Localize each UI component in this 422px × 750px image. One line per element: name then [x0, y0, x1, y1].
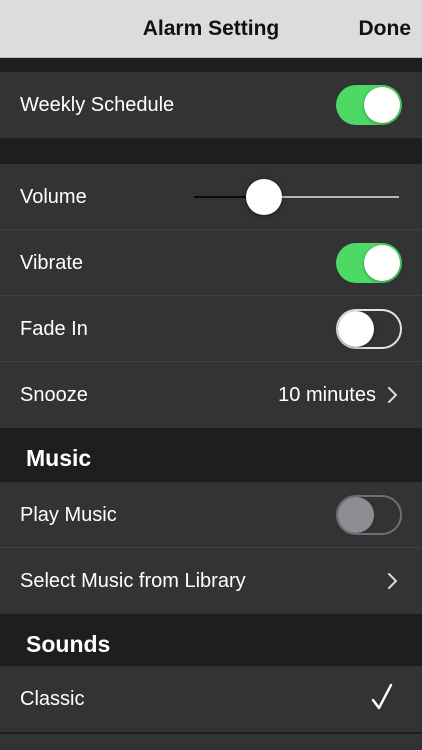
volume-label: Volume — [20, 186, 87, 208]
weekly-schedule-row: Weekly Schedule — [0, 72, 422, 138]
done-button[interactable]: Done — [359, 0, 412, 58]
music-section-title: Music — [26, 445, 92, 471]
navigation-bar: Alarm Setting Done — [0, 0, 422, 58]
slider-track-empty — [264, 196, 399, 198]
group-spacer — [0, 58, 422, 72]
play-music-row: Play Music — [0, 482, 422, 548]
weekly-schedule-label: Weekly Schedule — [20, 94, 175, 116]
fade-in-toggle[interactable] — [336, 309, 402, 349]
group-spacer — [0, 138, 422, 164]
toggle-knob — [364, 245, 400, 281]
sound-item-classic[interactable]: Classic — [0, 666, 422, 732]
snooze-value: 10 minutes — [278, 384, 376, 406]
select-music-row[interactable]: Select Music from Library — [0, 548, 422, 614]
toggle-knob — [338, 497, 374, 533]
weekly-schedule-toggle[interactable] — [336, 85, 402, 125]
slider-thumb[interactable] — [246, 179, 282, 215]
volume-slider[interactable] — [194, 178, 399, 216]
snooze-label: Snooze — [20, 384, 88, 406]
chevron-right-icon — [388, 387, 397, 403]
toggle-knob — [364, 87, 400, 123]
fade-in-label: Fade In — [20, 318, 88, 340]
checkmark-icon — [371, 683, 393, 710]
snooze-row[interactable]: Snooze 10 minutes — [0, 362, 422, 428]
play-music-label: Play Music — [20, 504, 117, 526]
fade-in-row: Fade In — [0, 296, 422, 362]
play-music-toggle[interactable] — [336, 495, 402, 535]
volume-row: Volume — [0, 164, 422, 230]
sound-item-label: Classic — [20, 688, 85, 710]
list-item — [0, 734, 422, 750]
vibrate-toggle[interactable] — [336, 243, 402, 283]
toggle-knob — [338, 311, 374, 347]
vibrate-label: Vibrate — [20, 252, 84, 274]
chevron-right-icon — [388, 573, 397, 589]
sounds-section-title: Sounds — [26, 631, 111, 657]
vibrate-row: Vibrate — [0, 230, 422, 296]
select-music-label: Select Music from Library — [20, 570, 246, 592]
music-section-header: Music — [0, 428, 422, 482]
sounds-section-header: Sounds — [0, 614, 422, 668]
